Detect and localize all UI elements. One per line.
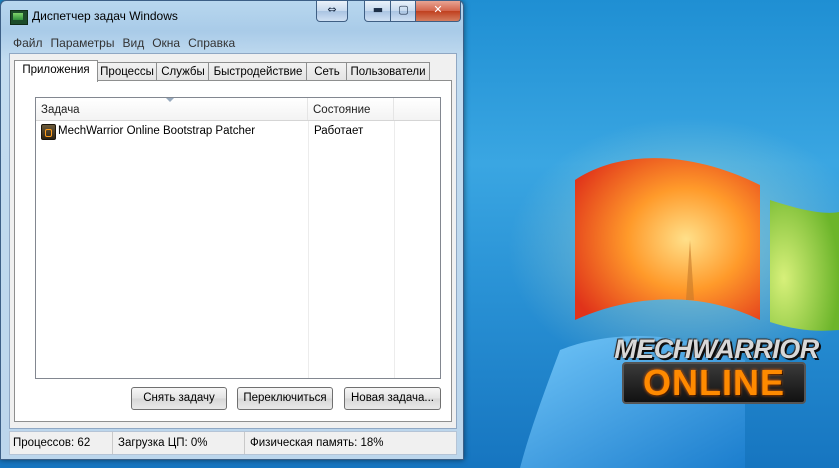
column-header-task[interactable]: Задача [36, 98, 308, 120]
menu-bar: Файл Параметры Вид Окна Справка [9, 33, 455, 53]
minimize-button[interactable]: ▬ [364, 1, 392, 22]
tab-processes[interactable]: Процессы [96, 62, 158, 81]
minimize-icon: ▬ [372, 3, 384, 16]
maximize-button[interactable]: ▢ [390, 1, 417, 22]
mechwarrior-online-logo: MECHWARRIOR ONLINE [594, 332, 839, 404]
menu-file[interactable]: Файл [9, 33, 47, 53]
window-title: Диспетчер задач Windows [32, 9, 178, 23]
row-task-name: MechWarrior Online Bootstrap Patcher [58, 125, 256, 137]
task-manager-window: Диспетчер задач Windows ⇔ ▬ ▢ ✕ Файл Пара… [0, 0, 464, 460]
tab-users[interactable]: Пользователи [346, 62, 430, 81]
menu-options[interactable]: Параметры [47, 33, 119, 53]
switch-to-button[interactable]: Переключиться [237, 387, 333, 410]
title-bar[interactable]: Диспетчер задач Windows ⇔ ▬ ▢ ✕ [1, 1, 463, 31]
tab-performance[interactable]: Быстродействие [208, 62, 308, 81]
list-header: Задача Состояние [36, 98, 440, 121]
maximize-icon: ▢ [398, 3, 409, 16]
close-icon: ✕ [433, 3, 443, 16]
column-separator [308, 121, 309, 378]
client-area: Приложения Процессы Службы Быстродействи… [9, 53, 457, 429]
tab-network[interactable]: Сеть [306, 62, 348, 81]
menu-help[interactable]: Справка [184, 33, 239, 53]
list-body: MechWarrior Online Bootstrap Patcher Раб… [36, 121, 440, 378]
status-cpu-usage: Загрузка ЦП: 0% [115, 432, 245, 454]
row-status: Работает [314, 125, 364, 137]
logo-text-online: ONLINE [622, 362, 806, 404]
tab-services[interactable]: Службы [156, 62, 210, 81]
task-manager-icon [10, 10, 28, 25]
logo-text-mechwarrior: MECHWARRIOR [614, 334, 819, 364]
table-row[interactable]: MechWarrior Online Bootstrap Patcher Раб… [36, 123, 440, 141]
menu-windows[interactable]: Окна [148, 33, 184, 53]
task-list[interactable]: Задача Состояние MechWarrior Online Boot… [35, 97, 441, 379]
mechwarrior-app-icon [41, 124, 56, 140]
applications-panel: Задача Состояние MechWarrior Online Boot… [14, 80, 452, 422]
status-physical-memory: Физическая память: 18% [250, 437, 384, 449]
resize-arrows-button[interactable]: ⇔ [316, 1, 348, 22]
status-processes: Процессов: 62 [10, 432, 113, 454]
column-header-empty [394, 98, 440, 120]
close-button[interactable]: ✕ [415, 1, 461, 22]
status-bar: Процессов: 62 Загрузка ЦП: 0% Физическая… [9, 431, 457, 455]
column-header-status[interactable]: Состояние [308, 98, 394, 120]
menu-view[interactable]: Вид [118, 33, 148, 53]
end-task-button[interactable]: Снять задачу [131, 387, 227, 410]
new-task-button[interactable]: Новая задача... [344, 387, 441, 410]
tab-applications[interactable]: Приложения [14, 60, 98, 82]
column-separator [394, 121, 395, 378]
double-arrow-icon: ⇔ [327, 3, 337, 16]
